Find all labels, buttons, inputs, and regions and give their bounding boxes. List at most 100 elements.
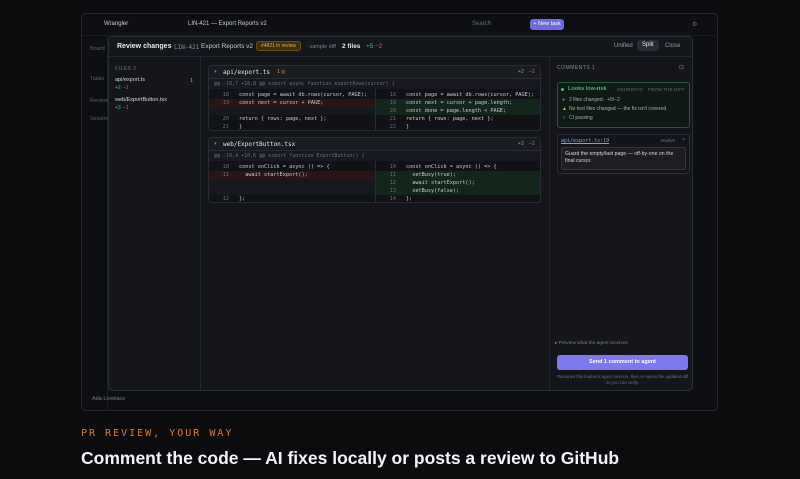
line-code: }; bbox=[239, 196, 246, 202]
sample-label: · sample diff bbox=[306, 43, 336, 50]
diff-right: 18 const page = await db.rows(cursor, PAG… bbox=[376, 89, 540, 130]
sidebar-item[interactable]: Tasks bbox=[90, 76, 104, 82]
file-added: +3 bbox=[115, 105, 121, 111]
diff-card: ▾ api/export.ts 1 ◎ +2 −1 @@ -18,7 +18,8… bbox=[208, 65, 541, 131]
app-name: Wrangler bbox=[104, 21, 129, 27]
diff-line[interactable]: 19 const next = cursor + PAGE; bbox=[209, 99, 375, 107]
new-task-button[interactable]: + New task bbox=[530, 19, 564, 30]
risk-title: Looks low-risk bbox=[568, 86, 607, 92]
diff-file-name: api/export.ts bbox=[223, 69, 270, 76]
line-code: setBusy(true); bbox=[406, 172, 456, 178]
line-number: 12 bbox=[389, 180, 396, 186]
line-code: const next = cursor + PAGE; bbox=[239, 100, 324, 106]
risk-tag: HEURISTIC · FROM THE DIFF bbox=[617, 87, 685, 92]
file-item[interactable]: api/export.ts +2 −1 1 bbox=[113, 76, 197, 94]
line-code: const page = await db.rows(cursor, PAGE)… bbox=[406, 92, 535, 98]
check-icon: ✓ bbox=[562, 115, 567, 121]
diff-line[interactable]: 18 const page = await db.rows(cursor, PAG… bbox=[376, 91, 540, 99]
line-code: const done = page.length < PAGE; bbox=[406, 108, 506, 114]
file-removed: −1 bbox=[123, 105, 129, 111]
view-unified-toggle[interactable]: Unified bbox=[614, 43, 633, 49]
diff-line[interactable]: 22} bbox=[376, 123, 540, 130]
line-number: 18 bbox=[222, 92, 229, 98]
line-number: 21 bbox=[389, 116, 396, 122]
preview-toggle[interactable]: ▸ Preview what the agent receives bbox=[555, 341, 628, 346]
diff-line[interactable]: 20 const done = page.length < PAGE; bbox=[376, 107, 540, 115]
diff-left: 10 const onClick = async () => {11 await … bbox=[209, 161, 375, 202]
diff-line[interactable]: 11 await startExport(); bbox=[209, 171, 375, 179]
chevron-down-icon[interactable]: ▾ bbox=[214, 141, 217, 147]
files-pane: FILES 2 api/export.ts +2 −1 1 web/Export… bbox=[109, 57, 201, 390]
diff-line[interactable]: 13 setBusy(false); bbox=[376, 187, 540, 195]
app-topbar: Wrangler LIN-421 — Export Reports v2 Sea… bbox=[82, 14, 717, 36]
comment-textarea[interactable]: Guard the empty/last page — off-by-one o… bbox=[561, 147, 686, 170]
diff-line[interactable]: 14}; bbox=[376, 195, 540, 202]
line-code: const onClick = async () => { bbox=[406, 164, 497, 170]
task-id: LIN-421 bbox=[174, 43, 200, 51]
close-icon[interactable]: × bbox=[682, 137, 685, 143]
line-number: 20 bbox=[389, 108, 396, 114]
diff-line[interactable] bbox=[209, 179, 375, 187]
added-count: +5 bbox=[366, 43, 374, 50]
line-code: } bbox=[406, 124, 410, 130]
app-search[interactable]: Search bbox=[472, 21, 491, 27]
line-number: 13 bbox=[389, 188, 396, 194]
diff-line[interactable] bbox=[209, 107, 375, 115]
line-number: 22 bbox=[389, 124, 396, 130]
risk-summary: Looks low-risk HEURISTIC · FROM THE DIFF… bbox=[557, 82, 690, 128]
close-button[interactable]: Close bbox=[665, 43, 680, 49]
file-item[interactable]: web/ExportButton.tsx +3 −1 bbox=[113, 96, 197, 114]
diff-line[interactable]: 10 const onClick = async () => { bbox=[376, 163, 540, 171]
line-number: 18 bbox=[389, 92, 396, 98]
chevron-down-icon[interactable]: ▾ bbox=[214, 69, 217, 75]
gear-icon[interactable]: ⚙ bbox=[692, 21, 697, 28]
eyebrow-label: PR REVIEW, YOUR WAY bbox=[81, 428, 234, 439]
file-added: +2 bbox=[115, 85, 121, 91]
app-task-title: LIN-421 — Export Reports v2 bbox=[188, 21, 267, 27]
diff-line[interactable]: 19 const next = cursor + page.length; bbox=[376, 99, 540, 107]
line-number: 10 bbox=[389, 164, 396, 170]
diff-header[interactable]: ▾ web/ExportButton.tsx +3 −1 bbox=[209, 138, 540, 151]
diff-line[interactable]: 18 const page = await db.rows(cursor, PAG… bbox=[209, 91, 375, 99]
sidebar-item[interactable]: Board bbox=[90, 46, 105, 52]
send-comment-button[interactable]: Send 1 comment to agent bbox=[557, 355, 688, 370]
removed-count: −2 bbox=[375, 43, 383, 50]
comment-file-link[interactable]: api/export.ts:19 bbox=[561, 138, 609, 144]
line-number: 11 bbox=[389, 172, 396, 178]
diff-removed: −1 bbox=[528, 141, 535, 147]
diff-added: +3 bbox=[517, 141, 524, 147]
resolve-button[interactable]: resolve bbox=[660, 138, 675, 143]
line-number: 19 bbox=[222, 100, 229, 106]
diff-line[interactable]: 12}; bbox=[209, 195, 375, 202]
line-code: return { rows: page, next }; bbox=[406, 116, 494, 122]
diff-line[interactable]: 20 return { rows: page, next }; bbox=[209, 115, 375, 123]
user-name: Ada Lovelace bbox=[92, 396, 126, 402]
view-split-toggle[interactable]: Split bbox=[637, 40, 659, 51]
headline: Comment the code — AI fixes locally or p… bbox=[81, 448, 620, 468]
line-number: 21 bbox=[222, 124, 229, 130]
modal-header: Review changes LIN-421 Export Reports v2… bbox=[109, 37, 692, 57]
line-number: 19 bbox=[389, 100, 396, 106]
send-note: Resumes this feature's agent session, th… bbox=[557, 374, 688, 385]
review-modal: Review changes LIN-421 Export Reports v2… bbox=[108, 36, 693, 391]
diff-line[interactable]: 21} bbox=[209, 123, 375, 130]
file-name: web/ExportButton.tsx bbox=[115, 97, 167, 103]
risk-line: ▲ No test files changed — the fix isn't c… bbox=[562, 106, 667, 112]
diff-card: ▾ web/ExportButton.tsx +3 −1 @@ -10,4 +1… bbox=[208, 137, 541, 203]
diff-header[interactable]: ▾ api/export.ts 1 ◎ +2 −1 bbox=[209, 66, 540, 79]
line-code: return { rows: page, next }; bbox=[239, 116, 327, 122]
files-count: 2 files bbox=[342, 43, 361, 50]
hunk-header: @@ -18,7 +18,8 @@ export async function … bbox=[209, 79, 540, 89]
diff-line[interactable]: 12 await startExport(); bbox=[376, 179, 540, 187]
line-code: setBusy(false); bbox=[406, 188, 460, 194]
warning-icon: ▲ bbox=[562, 106, 567, 112]
diff-line[interactable]: 11 setBusy(true); bbox=[376, 171, 540, 179]
diff-line[interactable] bbox=[209, 187, 375, 195]
risk-line: ● 2 files changed · +5/−2 bbox=[562, 97, 620, 103]
diff-line[interactable]: 21 return { rows: page, next }; bbox=[376, 115, 540, 123]
close-icon[interactable]: ⊡ bbox=[679, 64, 684, 71]
diff-removed: −1 bbox=[528, 69, 535, 75]
diff-line[interactable]: 10 const onClick = async () => { bbox=[209, 163, 375, 171]
line-number: 10 bbox=[222, 164, 229, 170]
risk-line: ✓ CI passing bbox=[562, 115, 593, 121]
